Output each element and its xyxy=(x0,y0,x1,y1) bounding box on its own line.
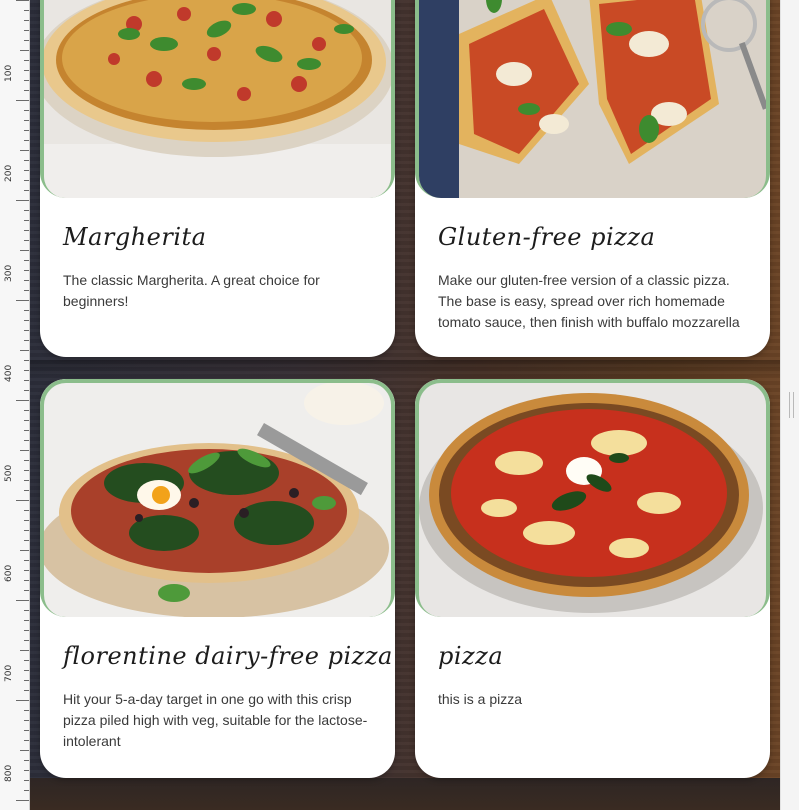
card-description: Hit your 5-a-day target in one go with t… xyxy=(63,691,368,749)
gluten-free-pizza-photo xyxy=(419,0,766,198)
ruler-ticks xyxy=(16,0,29,801)
card-title: pizza xyxy=(438,642,504,670)
ruler-label-400: 400 xyxy=(4,364,14,382)
ruler-label-200: 200 xyxy=(4,164,14,182)
florentine-pizza-photo xyxy=(44,383,391,617)
ruler-label-700: 700 xyxy=(4,664,14,682)
ruler-label-600: 600 xyxy=(4,564,14,582)
recipe-card-florentine[interactable]: florentine dairy-free pizza Hit your 5-a… xyxy=(40,379,395,778)
card-description: Make our gluten-free version of a classi… xyxy=(438,272,740,330)
scrollbar-grip-icon[interactable] xyxy=(789,392,794,418)
card-image-frame xyxy=(415,379,770,617)
card-title: Margherita xyxy=(63,223,207,251)
card-image-frame xyxy=(415,0,770,198)
vertical-scrollbar[interactable] xyxy=(780,0,799,810)
card-description: this is a pizza xyxy=(438,691,523,707)
neapolitan-pizza-photo xyxy=(419,383,766,617)
card-image-frame xyxy=(40,379,395,617)
ruler-label-500: 500 xyxy=(4,464,14,482)
ruler-label-800: 800 xyxy=(4,764,14,782)
recipe-card-margherita[interactable]: Margherita The classic Margherita. A gre… xyxy=(40,0,395,357)
recipe-card-gluten-free[interactable]: Gluten-free pizza Make our gluten-free v… xyxy=(415,0,770,357)
recipe-card-pizza[interactable]: pizza this is a pizza xyxy=(415,379,770,778)
ruler-label-100: 100 xyxy=(4,64,14,82)
card-image-frame xyxy=(40,0,395,198)
card-description: The classic Margherita. A great choice f… xyxy=(63,272,320,309)
vertical-ruler: 100 200 300 400 500 600 700 800 xyxy=(0,0,30,810)
card-title: florentine dairy-free pizza xyxy=(63,642,393,670)
card-title: Gluten-free pizza xyxy=(438,223,656,251)
ruler-label-300: 300 xyxy=(4,264,14,282)
margherita-pizza-photo xyxy=(44,0,391,198)
